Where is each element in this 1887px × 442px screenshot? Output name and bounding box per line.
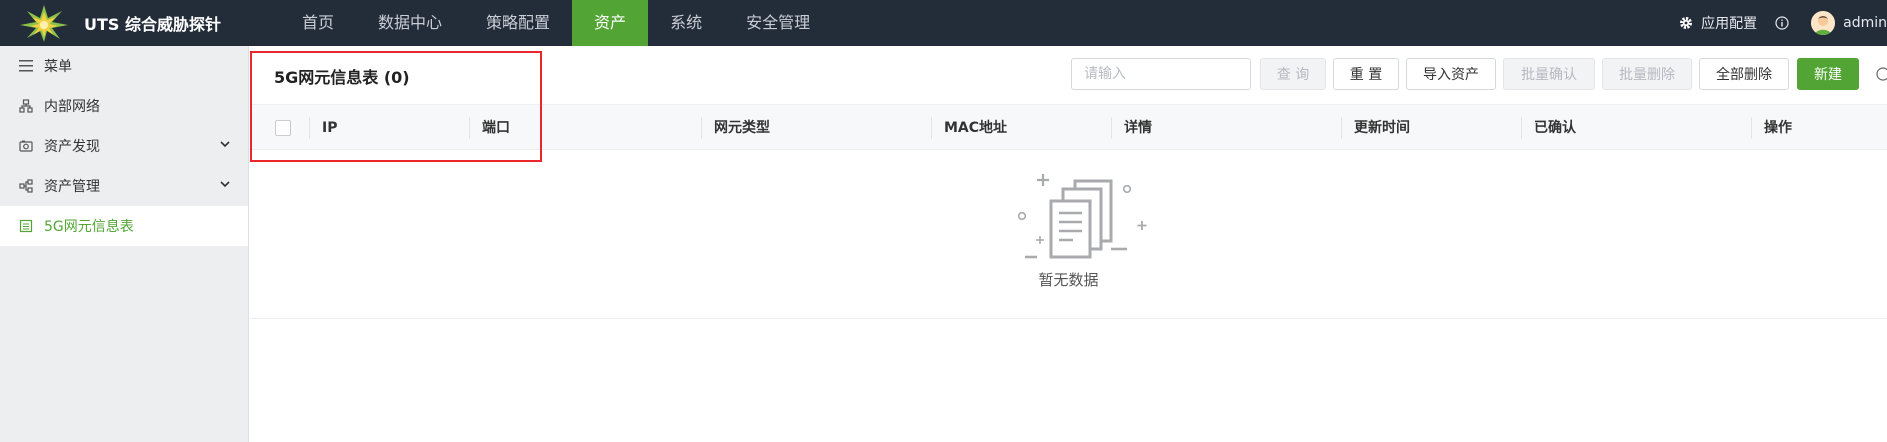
- user-menu[interactable]: admin: [1811, 11, 1887, 35]
- sidebar-item-menu[interactable]: 菜单: [0, 46, 248, 86]
- table-header: IP 端口 网元类型 MAC地址 详情 更新时间 已确认 操作: [250, 104, 1887, 150]
- column-divider: [931, 117, 932, 139]
- sidebar-item-label: 菜单: [44, 59, 72, 75]
- column-header-ne-type[interactable]: 网元类型: [714, 105, 770, 151]
- delete-all-button[interactable]: 全部删除: [1699, 58, 1789, 90]
- chevron-down-icon: [220, 141, 230, 148]
- sidebar-item-label: 资产管理: [44, 179, 100, 195]
- column-header-port[interactable]: 端口: [482, 105, 510, 151]
- discovery-icon: [18, 138, 34, 154]
- nav-home[interactable]: 首页: [280, 0, 356, 46]
- app-config-link[interactable]: 应用配置: [1679, 13, 1757, 33]
- query-button[interactable]: 查 询: [1260, 58, 1326, 90]
- column-header-ip[interactable]: IP: [322, 105, 337, 151]
- app-title: UTS 综合威胁探针: [84, 15, 222, 34]
- topbar-right: 应用配置 admin: [1679, 0, 1887, 46]
- page-title: 5G网元信息表 (0): [274, 68, 410, 87]
- column-divider: [1341, 117, 1342, 139]
- column-header-confirmed[interactable]: 已确认: [1534, 105, 1576, 151]
- nav-data-center[interactable]: 数据中心: [356, 0, 464, 46]
- main-content: 5G网元信息表 (0) 查 询 重 置 导入资产 批量确认 批量删除 全部删除 …: [250, 46, 1887, 442]
- empty-state-text: 暂无数据: [1038, 271, 1099, 289]
- main-nav: 首页 数据中心 策略配置 资产 系统 安全管理: [280, 0, 832, 46]
- column-divider: [1111, 117, 1112, 139]
- logo-icon: [20, 5, 68, 42]
- asset-tree-icon: [18, 178, 34, 194]
- brand[interactable]: UTS 综合威胁探针: [0, 0, 280, 46]
- import-assets-button[interactable]: 导入资产: [1406, 58, 1496, 90]
- column-divider: [701, 117, 702, 139]
- help-icon[interactable]: [1876, 67, 1887, 81]
- nav-system[interactable]: 系统: [648, 0, 724, 46]
- nav-assets[interactable]: 资产: [572, 0, 649, 46]
- sidebar-item-asset-discovery[interactable]: 资产发现: [0, 126, 248, 166]
- sidebar: 菜单 内部网络 资产发现 资产管理 5G网元信息表: [0, 46, 249, 442]
- info-icon[interactable]: [1775, 16, 1789, 30]
- column-divider: [469, 117, 470, 139]
- column-divider: [1751, 117, 1752, 139]
- nav-security-management[interactable]: 安全管理: [724, 0, 832, 46]
- top-navbar: UTS 综合威胁探针 首页 数据中心 策略配置 资产 系统 安全管理 应用配置: [0, 0, 1887, 46]
- toolbar: 5G网元信息表 (0) 查 询 重 置 导入资产 批量确认 批量删除 全部删除 …: [250, 46, 1887, 104]
- empty-state: 暂无数据: [250, 151, 1887, 319]
- chevron-down-icon: [220, 181, 230, 188]
- sidebar-item-internal-network[interactable]: 内部网络: [0, 86, 248, 126]
- menu-icon: [18, 58, 34, 74]
- empty-document-icon: [1017, 174, 1147, 259]
- batch-delete-button[interactable]: 批量删除: [1602, 58, 1692, 90]
- column-header-updated-time[interactable]: 更新时间: [1354, 105, 1410, 151]
- app-config-label: 应用配置: [1701, 16, 1758, 32]
- column-header-details[interactable]: 详情: [1124, 105, 1152, 151]
- batch-confirm-button[interactable]: 批量确认: [1503, 58, 1595, 90]
- sidebar-item-5g-ne-table[interactable]: 5G网元信息表: [0, 206, 248, 246]
- network-icon: [18, 98, 34, 114]
- column-header-actions[interactable]: 操作: [1764, 105, 1792, 151]
- sidebar-item-asset-management[interactable]: 资产管理: [0, 166, 248, 206]
- column-divider: [1521, 117, 1522, 139]
- avatar: [1811, 11, 1836, 35]
- table-icon: [18, 218, 34, 234]
- reset-button[interactable]: 重 置: [1333, 58, 1399, 90]
- gear-icon: [1680, 17, 1693, 29]
- search-input[interactable]: [1071, 58, 1251, 90]
- select-all-checkbox[interactable]: [275, 120, 291, 136]
- username: admin: [1843, 15, 1887, 31]
- nav-policy-config[interactable]: 策略配置: [464, 0, 572, 46]
- sidebar-item-label: 5G网元信息表: [44, 219, 134, 235]
- column-divider: [309, 117, 310, 139]
- sidebar-item-label: 内部网络: [44, 99, 100, 115]
- sidebar-item-label: 资产发现: [44, 139, 100, 155]
- column-header-mac[interactable]: MAC地址: [944, 105, 1007, 151]
- create-button[interactable]: 新建: [1797, 58, 1859, 90]
